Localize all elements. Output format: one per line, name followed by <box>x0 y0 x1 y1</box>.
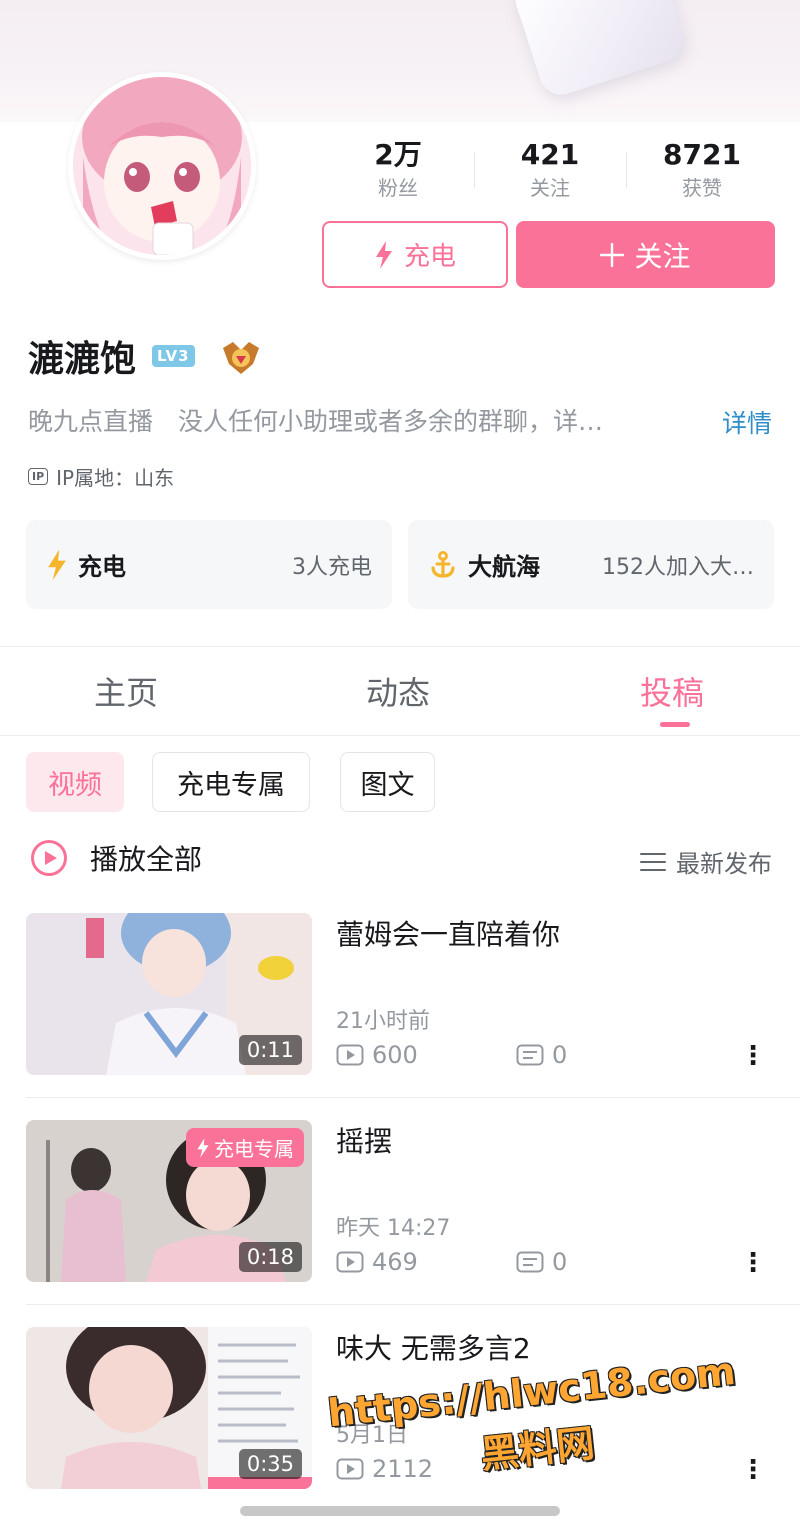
sort-button[interactable]: 最新发布 <box>640 844 772 879</box>
voyage-card-subtitle: 152人加入大… <box>602 554 754 580</box>
more-icon[interactable]: ⋮ <box>740 1041 766 1071</box>
play-circle-icon <box>31 840 67 876</box>
stat-likes[interactable]: 8721 获赞 <box>626 138 778 210</box>
home-indicator[interactable] <box>240 1506 560 1516</box>
bio-text: 晚九点直播 没人任何小助理或者多余的群聊，详… <box>28 407 604 436</box>
tab-posts[interactable]: 投稿 <box>640 668 704 714</box>
filter-video[interactable]: 视频 <box>26 752 124 812</box>
play-all-button[interactable]: 播放全部 <box>30 838 202 878</box>
charge-card[interactable]: 充电 3人充电 <box>26 520 392 609</box>
stat-following-value: 421 <box>520 138 580 171</box>
video-thumbnail[interactable]: 0:11 <box>26 913 312 1075</box>
stat-fans-label: 粉丝 <box>378 176 418 200</box>
voyage-card-title: 大航海 <box>468 553 540 581</box>
video-item[interactable]: 0:11 蕾姆会一直陪着你 21小时前 600 0 ⋮ <box>26 913 774 1075</box>
ip-location-text: IP属地：山东 <box>56 466 175 490</box>
video-comments: 0 <box>552 1041 568 1069</box>
stat-fans[interactable]: 2万 粉丝 <box>322 138 474 210</box>
video-duration: 0:35 <box>238 1449 302 1479</box>
username: 漉漉饱 <box>28 339 137 380</box>
tabs-divider <box>0 735 800 736</box>
username-row: 漉漉饱 LV3 <box>28 330 263 382</box>
video-stats: 469 0 <box>336 1248 696 1276</box>
active-tab-indicator <box>660 722 690 727</box>
list-divider <box>26 1097 800 1098</box>
ip-icon: IP <box>28 468 49 485</box>
sort-label: 最新发布 <box>676 850 772 878</box>
sort-icon <box>640 852 666 871</box>
voyage-card[interactable]: 大航海 152人加入大… <box>408 520 774 609</box>
video-time: 昨天 14:27 <box>336 1216 451 1241</box>
tab-home[interactable]: 主页 <box>94 668 158 714</box>
comment-icon <box>516 1044 544 1066</box>
video-title[interactable]: 味大 无需多言2 <box>336 1327 531 1367</box>
list-divider <box>26 1304 800 1305</box>
video-comments: 0 <box>552 1248 568 1276</box>
play-count-icon <box>336 1044 364 1066</box>
follow-button-label: 关注 <box>634 239 691 273</box>
video-item[interactable]: 充电专属 0:18 摇摆 昨天 14:27 469 0 ⋮ <box>26 1120 774 1282</box>
charge-button-label: 充电 <box>403 242 456 272</box>
plus-icon <box>600 242 625 267</box>
bio-detail-link[interactable]: 详情 <box>722 404 772 440</box>
follow-button[interactable]: 关注 <box>516 221 775 288</box>
lightning-icon <box>375 240 392 269</box>
banner-decoration <box>510 0 690 101</box>
ip-location: IP IP属地：山东 <box>28 462 174 491</box>
lightning-icon <box>197 1137 209 1158</box>
play-all-label: 播放全部 <box>90 843 203 876</box>
video-views: 600 <box>372 1041 418 1069</box>
anchor-icon <box>431 550 455 578</box>
charge-card-subtitle: 3人充电 <box>292 554 372 580</box>
stat-likes-label: 获赞 <box>682 176 722 200</box>
stat-fans-value: 2万 <box>374 138 422 171</box>
video-views: 469 <box>372 1248 418 1276</box>
charge-exclusive-label: 充电专属 <box>214 1137 294 1161</box>
video-duration: 0:18 <box>238 1242 302 1272</box>
tab-dynamic[interactable]: 动态 <box>366 668 430 714</box>
filter-image-text[interactable]: 图文 <box>340 752 435 812</box>
charge-exclusive-tag: 充电专属 <box>186 1128 304 1167</box>
video-title[interactable]: 摇摆 <box>336 1120 392 1160</box>
stat-following[interactable]: 421 关注 <box>474 138 626 210</box>
lightning-icon <box>48 549 66 580</box>
video-time: 21小时前 <box>336 1009 430 1034</box>
video-title[interactable]: 蕾姆会一直陪着你 <box>336 913 560 953</box>
level-badge: LV3 <box>152 345 195 367</box>
more-icon[interactable]: ⋮ <box>740 1248 766 1278</box>
avatar[interactable] <box>68 72 256 260</box>
profile-stats: 2万 粉丝 421 关注 8721 获赞 <box>322 138 778 210</box>
charge-button[interactable]: 充电 <box>322 221 508 288</box>
video-thumbnail[interactable]: 充电专属 0:18 <box>26 1120 312 1282</box>
more-icon[interactable]: ⋮ <box>740 1455 766 1485</box>
video-duration: 0:11 <box>238 1035 302 1065</box>
video-stats: 600 0 <box>336 1041 696 1069</box>
profile-tabs: 主页 动态 投稿 <box>0 646 800 734</box>
comment-icon <box>516 1251 544 1273</box>
play-count-icon <box>336 1251 364 1273</box>
medal-icon[interactable] <box>219 334 263 378</box>
filter-charge-exclusive[interactable]: 充电专属 <box>152 752 310 812</box>
stat-likes-value: 8721 <box>663 138 741 171</box>
video-thumbnail[interactable]: 0:35 <box>26 1327 312 1489</box>
charge-card-title: 充电 <box>78 553 126 581</box>
stat-following-label: 关注 <box>530 176 570 200</box>
